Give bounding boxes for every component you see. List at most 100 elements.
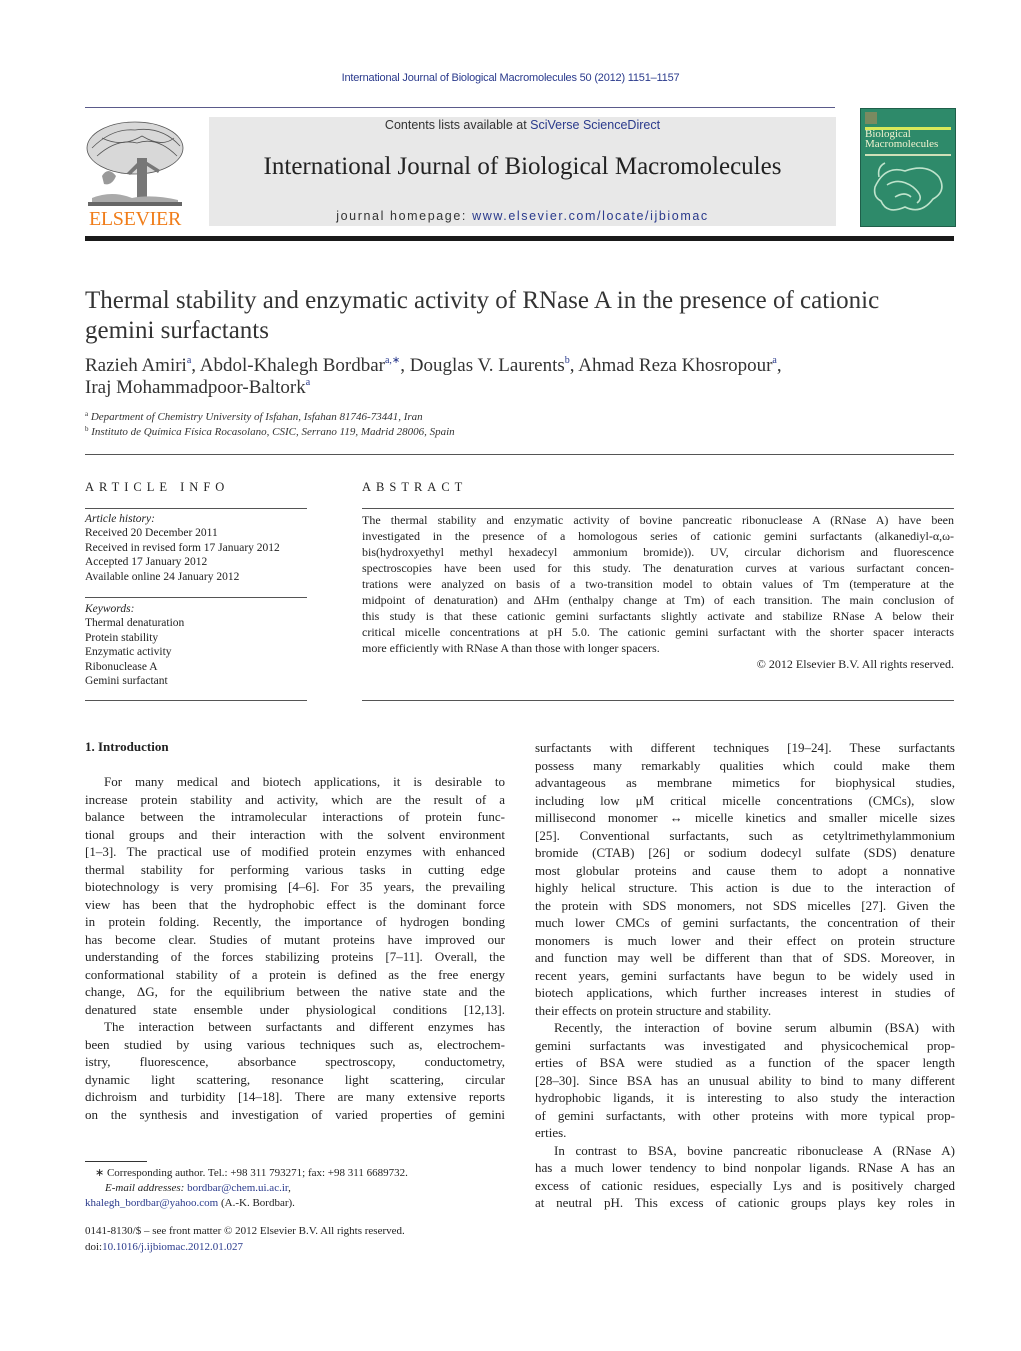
keyword: Protein stability: [85, 631, 159, 644]
abstract-line: The thermal stability and enzymatic acti…: [362, 513, 954, 527]
body-line: gemini surfactants was investigated and …: [535, 1037, 955, 1053]
body-line: millisecond monomer ↔ micelle kinetics a…: [535, 810, 955, 825]
body-line: In contrast to BSA, bovine pancreatic ri…: [554, 1142, 955, 1158]
doi-prefix: doi:: [85, 1240, 103, 1253]
author-separator: ,: [569, 355, 579, 376]
cover-title: Biological Macromolecules: [865, 129, 939, 150]
footnotes: ∗ Corresponding author. Tel.: +98 311 79…: [85, 1166, 505, 1211]
body-line: including low μM critical micelle concen…: [535, 792, 955, 808]
protein-structure-icon: [873, 162, 943, 211]
header-thick-rule: [85, 236, 954, 241]
body-line: recent years, gemini surfactants have be…: [535, 967, 955, 983]
author[interactable]: Ahmad Reza Khosropoura: [578, 355, 777, 376]
author-name: Iraj Mohammadpoor-Baltork: [85, 377, 306, 398]
body-line: bromide (CTAB) [26] or sodium dodecyl su…: [535, 845, 955, 860]
keyword: Gemini surfactant: [85, 675, 168, 688]
author-affiliation-marker[interactable]: a,∗: [385, 355, 400, 366]
abstract-line: spectroscopies have been used for this s…: [362, 561, 954, 575]
article-info-heading: ARTICLE INFO: [85, 480, 230, 494]
author[interactable]: Razieh Amiria: [85, 355, 191, 376]
affiliation-rule: [85, 454, 954, 455]
email-line: khalegh_bordbar@yahoo.com (A.-K. Bordbar…: [85, 1196, 505, 1211]
body-line: their effects on protein structure and s…: [535, 1002, 772, 1018]
body-line: excess of cationic residues, especially …: [535, 1177, 955, 1193]
keywords-label: Keywords:: [85, 603, 135, 615]
email-link[interactable]: khalegh_bordbar@yahoo.com: [85, 1197, 218, 1209]
keywords-rule: [85, 597, 307, 598]
body-line: conformational stability of a protein is…: [85, 966, 505, 982]
body-line: dichroism and turbidity [14–18]. There a…: [85, 1089, 505, 1104]
elsevier-logo[interactable]: ELSEVIER: [82, 118, 188, 230]
body-line: has become clear. Studies of mutant prot…: [85, 931, 505, 947]
body-column-left: For many medical and biotech application…: [85, 773, 505, 1123]
keyword: Ribonuclease A: [85, 660, 158, 673]
footnote-rule: [85, 1161, 147, 1162]
section-heading-introduction: 1. Introduction: [85, 739, 169, 754]
author-name: Razieh Amiri: [85, 355, 187, 376]
body-line: [25]. Conventional surfactants, such as …: [535, 827, 955, 843]
journal-cover[interactable]: Biological Macromolecules: [860, 108, 956, 227]
body-line: the protein with SDS monomers, not SDS m…: [535, 897, 955, 913]
abstract-line: trations were analyzed on basis of a two…: [362, 577, 954, 591]
front-matter-line: 0141-8130/$ – see front matter © 2012 El…: [85, 1225, 405, 1237]
body-line: at neutral pH. This excess of cationic g…: [535, 1195, 955, 1210]
abstract-body: The thermal stability and enzymatic acti…: [362, 512, 954, 672]
history-item: Accepted 17 January 2012: [85, 556, 208, 569]
body-line: understanding of the forces stabilizing …: [85, 949, 505, 964]
author-list: Razieh Amiria, Abdol-Khalegh Bordbara,∗,…: [85, 355, 955, 399]
body-line: thermal stability for performing various…: [85, 861, 505, 877]
running-head[interactable]: International Journal of Biological Macr…: [0, 72, 1021, 84]
affiliation: a Department of Chemistry University of …: [85, 411, 423, 424]
contents-prefix: Contents lists available at: [384, 118, 531, 132]
contents-line: Contents lists available at SciVerse Sci…: [209, 118, 836, 132]
body-line: in protein folding. Recently, the import…: [85, 914, 505, 929]
keywords: Keywords: Thermal denaturation Protein s…: [85, 602, 307, 688]
body-line: been studied by using various techniques…: [85, 1036, 505, 1052]
abstract-rule: [362, 508, 954, 509]
body-line: tional groups and their interaction with…: [85, 826, 505, 842]
author[interactable]: Douglas V. Laurentsb: [410, 355, 570, 376]
article-info-rule: [85, 508, 307, 509]
doi-line: doi:10.1016/j.ijbiomac.2012.01.027: [85, 1240, 505, 1256]
body-line: highly helical structure. This action is…: [535, 880, 955, 895]
body-line: surfactants with different techniques [1…: [535, 740, 955, 755]
body-line: monomers is much lower and their effect …: [535, 932, 955, 948]
body-line: denatured state ensemble under physiolog…: [85, 1001, 505, 1017]
elsevier-wordmark: ELSEVIER: [88, 208, 182, 230]
affiliation-text: Department of Chemistry University of Is…: [90, 411, 423, 423]
affiliation-label: b: [85, 425, 89, 433]
body-line: and function may well be different than …: [535, 950, 955, 965]
history-item: Available online 24 January 2012: [85, 570, 240, 583]
sciencedirect-link[interactable]: SciVerse ScienceDirect: [530, 118, 660, 132]
cover-band: [865, 154, 951, 156]
front-matter: 0141-8130/$ – see front matter © 2012 El…: [85, 1224, 505, 1255]
body-line: Recently, the interaction of bovine seru…: [554, 1020, 955, 1035]
body-line: erties of BSA were studied as a function…: [535, 1055, 955, 1070]
abstract-line: midpoint of denaturation) and ΔHm (entha…: [362, 593, 954, 607]
author-name: Ahmad Reza Khosropour: [578, 355, 773, 376]
author[interactable]: Abdol-Khalegh Bordbara,∗: [200, 355, 401, 376]
affiliation-text: Instituto de Química Física Rocasolano, …: [91, 426, 455, 438]
body-line: For many medical and biotech application…: [104, 774, 505, 789]
author-name: Douglas V. Laurents: [409, 355, 565, 376]
body-line: much lower CMCs of gemini surfactants, t…: [535, 915, 955, 930]
abstract-line: this study is that these cationic gemini…: [362, 609, 954, 623]
email-link[interactable]: bordbar@chem.ui.ac.ir: [187, 1182, 288, 1194]
email-owner: (A.-K. Bordbar).: [218, 1197, 295, 1209]
author-affiliation-marker[interactable]: a: [306, 377, 310, 388]
cover-title-line2: Macromolecules: [865, 138, 939, 150]
doi-link[interactable]: 10.1016/j.ijbiomac.2012.01.027: [102, 1241, 243, 1253]
body-line: The interaction between surfactants and …: [104, 1019, 505, 1034]
body-line: on the synthesis and investigation of va…: [85, 1106, 505, 1122]
author[interactable]: Iraj Mohammadpoor-Baltorka: [85, 377, 310, 398]
homepage-prefix: journal homepage:: [336, 209, 473, 223]
corresponding-author-note: ∗ Corresponding author. Tel.: +98 311 79…: [95, 1167, 408, 1179]
article-title-line1: Thermal stability and enzymatic activity…: [85, 287, 880, 314]
abstract-line: investigated in the presence of a homolo…: [362, 529, 954, 543]
keyword: Enzymatic activity: [85, 646, 172, 659]
body-line: [1–3]. The practical use of modified pro…: [85, 844, 505, 859]
body-line: increase protein stability and activity,…: [85, 791, 505, 807]
journal-title[interactable]: International Journal of Biological Macr…: [209, 153, 836, 181]
body-line: dynamic light scattering, resonance ligh…: [85, 1071, 505, 1087]
homepage-link[interactable]: www.elsevier.com/locate/ijbiomac: [472, 209, 709, 223]
